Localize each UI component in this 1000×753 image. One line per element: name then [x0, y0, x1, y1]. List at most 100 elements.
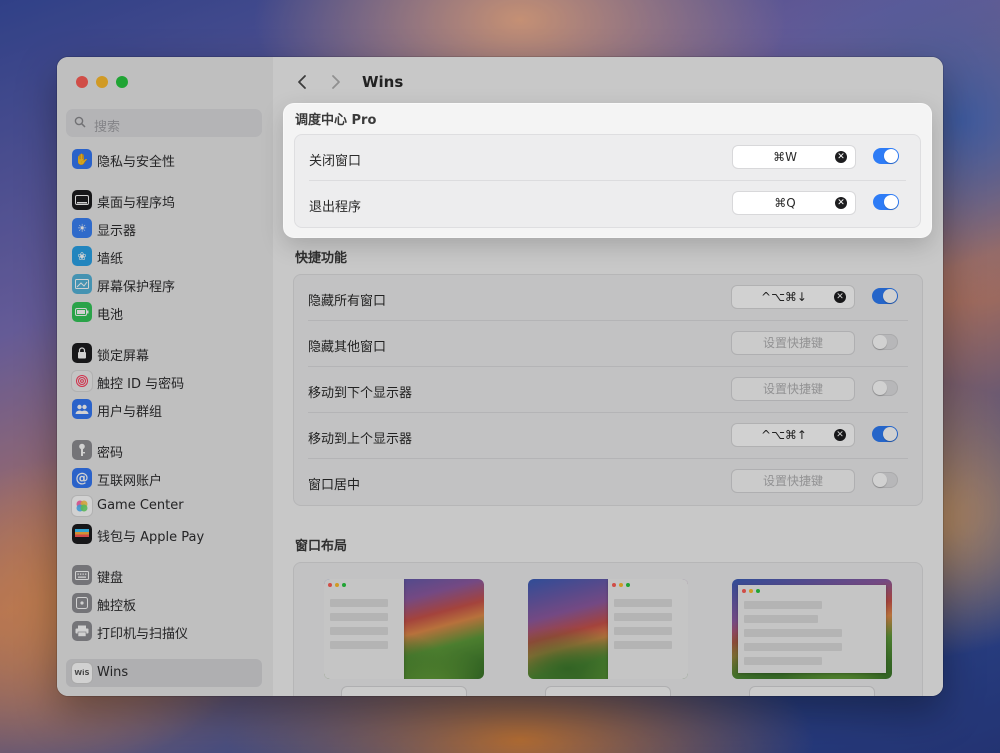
mini-window	[324, 579, 404, 679]
set-shortcut-button[interactable]: 设置快捷键	[732, 470, 854, 492]
at-icon: @	[72, 468, 92, 488]
fingerprint-icon	[72, 371, 92, 391]
enable-toggle[interactable]	[872, 472, 898, 488]
row-label: 移动到下个显示器	[308, 386, 413, 401]
mission-control-section-title: 调度中心 Pro	[295, 113, 377, 128]
zoom-window-button[interactable]	[116, 76, 128, 88]
mission-control-card: 调度中心 Pro 关闭窗口 ⌘W ✕ 退出程序 ⌘Q ✕	[284, 104, 931, 237]
shortcut-keys: ⌘Q	[774, 196, 796, 210]
shortcut-recorder[interactable]: ⌘Q ✕	[733, 192, 855, 214]
mission-control-group: 关闭窗口 ⌘W ✕ 退出程序 ⌘Q ✕	[294, 134, 921, 228]
sidebar-item-lock-screen[interactable]: 锁定屏幕	[66, 339, 262, 367]
chevron-left-icon	[298, 75, 306, 89]
sidebar-item-users-groups[interactable]: 用户与群组	[66, 395, 262, 423]
printer-icon	[72, 621, 92, 641]
layout-shortcut-field[interactable]	[546, 687, 670, 696]
battery-icon	[72, 302, 92, 322]
enable-toggle[interactable]	[872, 288, 898, 304]
shortcut-recorder[interactable]: ^⌥⌘↑ ✕	[732, 424, 854, 446]
set-shortcut-label: 设置快捷键	[762, 336, 823, 350]
close-window-button[interactable]	[76, 76, 88, 88]
layouts-gallery	[293, 562, 923, 696]
sidebar: 搜索 ✋ 隐私与安全性 桌面与程序坞 ☀ 显示器 ❀ 墙纸 屏幕保护程序 电池 …	[57, 57, 274, 696]
enable-toggle[interactable]	[872, 426, 898, 442]
shortcut-row-hide-others: 隐藏其他窗口 设置快捷键	[294, 321, 922, 367]
layout-shortcut-field[interactable]	[342, 687, 466, 696]
key-icon	[72, 440, 92, 460]
forward-button[interactable]	[325, 71, 347, 93]
mini-window	[608, 579, 688, 679]
sidebar-item-label: 互联网账户	[97, 474, 163, 489]
clear-shortcut-icon[interactable]: ✕	[834, 429, 846, 441]
minimize-window-button[interactable]	[96, 76, 108, 88]
layout-maximize[interactable]	[732, 579, 892, 679]
set-shortcut-button[interactable]: 设置快捷键	[732, 378, 854, 400]
row-label: 隐藏其他窗口	[308, 340, 387, 355]
sun-icon: ☀	[72, 218, 92, 238]
sidebar-item-keyboard[interactable]: 键盘	[66, 561, 262, 589]
sidebar-item-touch-id[interactable]: 触控 ID 与密码	[66, 367, 262, 395]
sidebar-item-label: 键盘	[97, 571, 124, 586]
sidebar-item-battery[interactable]: 电池	[66, 298, 262, 326]
sidebar-item-passwords[interactable]: 密码	[66, 436, 262, 464]
search-placeholder: 搜索	[94, 120, 121, 135]
sidebar-item-label: 隐私与安全性	[97, 155, 176, 170]
sidebar-item-label: 显示器	[97, 224, 137, 239]
sidebar-item-label: 屏幕保护程序	[97, 280, 176, 295]
sidebar-item-wallet[interactable]: 钱包与 Apple Pay	[66, 520, 262, 548]
shortcut-keys: ^⌥⌘↑	[761, 428, 807, 442]
search-input[interactable]: 搜索	[66, 109, 262, 137]
mini-window	[738, 585, 886, 673]
sidebar-item-desktop-dock[interactable]: 桌面与程序坞	[66, 186, 262, 214]
sidebar-item-game-center[interactable]: Game Center	[66, 492, 262, 520]
search-icon	[74, 116, 86, 128]
trackpad-icon	[72, 593, 92, 613]
back-button[interactable]	[291, 71, 313, 93]
layouts-section-title: 窗口布局	[295, 539, 348, 554]
sidebar-item-privacy[interactable]: ✋ 隐私与安全性	[66, 145, 262, 173]
mc-row-close-window: 关闭窗口 ⌘W ✕	[295, 135, 920, 181]
game-center-icon	[72, 496, 92, 516]
wins-app-icon: WiS	[72, 663, 92, 683]
screensaver-icon	[72, 274, 92, 294]
sidebar-item-screensaver[interactable]: 屏幕保护程序	[66, 270, 262, 298]
sidebar-item-label: 桌面与程序坞	[97, 196, 176, 211]
sidebar-item-wallpaper[interactable]: ❀ 墙纸	[66, 242, 262, 270]
shortcut-row-next-display: 移动到下个显示器 设置快捷键	[294, 367, 922, 413]
shortcut-row-center-window: 窗口居中 设置快捷键	[294, 459, 922, 505]
mc-row-quit-app: 退出程序 ⌘Q ✕	[295, 181, 920, 227]
flower-icon: ❀	[72, 246, 92, 266]
page-title: Wins	[362, 73, 404, 91]
clear-shortcut-icon[interactable]: ✕	[835, 197, 847, 209]
shortcut-row-prev-display: 移动到上个显示器 ^⌥⌘↑ ✕	[294, 413, 922, 459]
enable-toggle[interactable]	[873, 194, 899, 210]
layout-shortcut-field[interactable]	[750, 687, 874, 696]
sidebar-item-label: 触控 ID 与密码	[97, 377, 185, 392]
clear-shortcut-icon[interactable]: ✕	[835, 151, 847, 163]
sidebar-item-displays[interactable]: ☀ 显示器	[66, 214, 262, 242]
chevron-right-icon	[332, 75, 340, 89]
hand-icon: ✋	[72, 149, 92, 169]
enable-toggle[interactable]	[873, 148, 899, 164]
sidebar-item-printers[interactable]: 打印机与扫描仪	[66, 617, 262, 645]
shortcut-keys: ⌘W	[773, 150, 797, 164]
sidebar-item-trackpad[interactable]: 触控板	[66, 589, 262, 617]
shortcuts-section-title: 快捷功能	[295, 251, 348, 266]
sidebar-item-label: 电池	[97, 308, 124, 323]
sidebar-item-wins[interactable]: WiS Wins	[66, 659, 262, 687]
sidebar-item-label: Game Center	[97, 498, 184, 513]
enable-toggle[interactable]	[872, 334, 898, 350]
layout-right-half[interactable]	[528, 579, 688, 679]
shortcuts-group: 隐藏所有窗口 ^⌥⌘↓ ✕ 隐藏其他窗口 设置快捷键 移动到下个显示器 设置快捷…	[293, 274, 923, 506]
set-shortcut-button[interactable]: 设置快捷键	[732, 332, 854, 354]
shortcut-recorder[interactable]: ⌘W ✕	[733, 146, 855, 168]
sidebar-item-label: 钱包与 Apple Pay	[97, 530, 205, 545]
row-label: 隐藏所有窗口	[308, 294, 387, 309]
shortcut-recorder[interactable]: ^⌥⌘↓ ✕	[732, 286, 854, 308]
sidebar-item-internet-accounts[interactable]: @ 互联网账户	[66, 464, 262, 492]
clear-shortcut-icon[interactable]: ✕	[834, 291, 846, 303]
wallet-icon	[72, 524, 92, 544]
enable-toggle[interactable]	[872, 380, 898, 396]
keyboard-icon	[72, 565, 92, 585]
layout-left-half[interactable]	[324, 579, 484, 679]
